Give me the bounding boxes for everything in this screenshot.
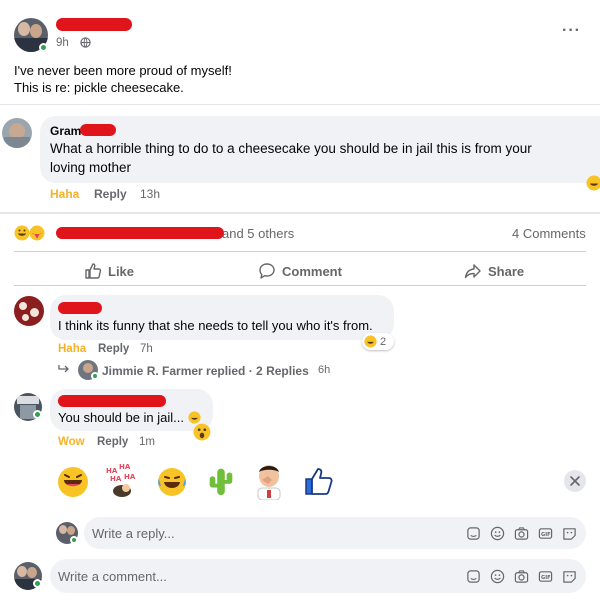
actions-top-divider bbox=[14, 251, 586, 252]
camera-icon[interactable] bbox=[514, 526, 529, 541]
redacted-comment1-author bbox=[58, 302, 102, 314]
more-options-button[interactable]: ··· bbox=[562, 22, 581, 40]
top-comment-text-line-2: loving mother bbox=[50, 160, 132, 175]
wow-reaction-icon bbox=[193, 423, 211, 441]
svg-text:HA: HA bbox=[119, 463, 131, 471]
close-icon bbox=[570, 476, 580, 486]
replies-time: 6h bbox=[318, 364, 331, 376]
actions-bottom-divider bbox=[14, 285, 586, 286]
emoji-icon[interactable] bbox=[490, 526, 505, 541]
view-replies-link[interactable]: Jimmie R. Farmer replied · 2 Replies bbox=[102, 364, 309, 378]
comment2-reaction[interactable]: Wow bbox=[58, 436, 85, 448]
gif-icon[interactable]: GIF bbox=[538, 569, 553, 584]
svg-text:HA: HA bbox=[124, 473, 136, 481]
comment1-reaction[interactable]: Haha bbox=[58, 343, 86, 355]
comment-label: Comment bbox=[282, 263, 342, 279]
section-divider bbox=[0, 212, 600, 214]
comment2-time: 1m bbox=[139, 436, 155, 448]
comment1-text: I think its funny that she needs to tell… bbox=[58, 318, 373, 333]
comment-input-placeholder: Write a comment... bbox=[58, 569, 167, 584]
sticker-icon[interactable] bbox=[466, 526, 481, 541]
comment2-text: You should be in jail... bbox=[58, 410, 185, 425]
svg-text:HA: HA bbox=[106, 467, 118, 475]
comment2-online-indicator bbox=[33, 410, 42, 419]
care-summary-icon bbox=[29, 225, 45, 241]
share-label: Share bbox=[488, 263, 525, 279]
comment2-reply-button[interactable]: Reply bbox=[97, 436, 128, 448]
top-comment-reaction[interactable]: Haha bbox=[50, 187, 79, 201]
svg-text:HA: HA bbox=[110, 475, 122, 483]
haha-sticker-icon[interactable]: HA HA HA HA bbox=[104, 461, 140, 499]
laugh-cry-emoji-icon[interactable] bbox=[155, 465, 189, 499]
svg-text:GIF: GIF bbox=[541, 532, 551, 538]
svg-text:GIF: GIF bbox=[541, 575, 551, 581]
comment-input[interactable]: Write a comment... bbox=[50, 559, 586, 593]
comment-bubble-icon bbox=[259, 263, 275, 279]
haha-reaction-icon bbox=[586, 175, 600, 191]
comment1-reaction-count: 2 bbox=[380, 335, 387, 348]
commenter-avatar[interactable] bbox=[2, 118, 32, 148]
comment-composer-online bbox=[33, 579, 42, 588]
share-arrow-icon bbox=[464, 264, 481, 279]
comment-button[interactable]: Comment bbox=[258, 262, 342, 280]
sticker-icon[interactable] bbox=[466, 569, 481, 584]
redacted-reactor-names bbox=[56, 227, 224, 239]
post-body-line-1: I've never been more proud of myself! bbox=[14, 63, 232, 78]
redacted-comment2-author bbox=[58, 395, 166, 407]
comments-count[interactable]: 4 Comments bbox=[512, 226, 586, 241]
post-time[interactable]: 9h bbox=[56, 37, 69, 49]
comment1-reaction-badge[interactable]: 2 bbox=[362, 333, 394, 350]
replier-online-indicator bbox=[91, 372, 99, 380]
top-comment-author[interactable]: Gram bbox=[50, 124, 81, 138]
like-button[interactable]: Like bbox=[84, 262, 134, 280]
comment1-avatar[interactable] bbox=[14, 296, 44, 326]
globe-icon bbox=[80, 37, 91, 48]
emoji-icon[interactable] bbox=[490, 569, 505, 584]
avatar-sticker-icon[interactable] bbox=[562, 569, 577, 584]
comment1-reply-button[interactable]: Reply bbox=[98, 343, 129, 355]
share-button[interactable]: Share bbox=[464, 262, 524, 280]
reply-arrow-icon bbox=[58, 365, 69, 373]
reply-input[interactable]: Write a reply... bbox=[84, 517, 586, 549]
grin-emoji-icon[interactable] bbox=[56, 465, 90, 499]
redacted-author-name bbox=[56, 18, 132, 31]
thumbs-up-sticker-icon[interactable] bbox=[302, 464, 336, 498]
comment1-time: 7h bbox=[140, 343, 153, 355]
reply-composer-online bbox=[70, 536, 78, 544]
haha-badge-icon bbox=[364, 335, 377, 348]
thumbs-up-icon bbox=[85, 263, 102, 279]
post-divider bbox=[0, 104, 600, 105]
haha-summary-icon bbox=[14, 225, 30, 241]
top-comment-text-line-1: What a horrible thing to do to a cheesec… bbox=[50, 141, 532, 156]
close-picker-button[interactable] bbox=[564, 470, 586, 492]
redacted-author-surname bbox=[80, 124, 116, 136]
top-comment-time: 13h bbox=[140, 187, 161, 201]
cactus-sticker-icon[interactable] bbox=[204, 463, 238, 497]
reply-input-placeholder: Write a reply... bbox=[92, 526, 175, 541]
post-body-line-2: This is re: pickle cheesecake. bbox=[14, 80, 184, 95]
like-label: Like bbox=[108, 263, 135, 279]
top-comment-reply-button[interactable]: Reply bbox=[94, 187, 127, 201]
avatar-sticker-icon[interactable] bbox=[562, 526, 577, 541]
facepalm-sticker-icon[interactable] bbox=[252, 462, 288, 500]
gif-icon[interactable]: GIF bbox=[538, 526, 553, 541]
reactors-and-others[interactable]: and 5 others bbox=[222, 226, 294, 241]
camera-icon[interactable] bbox=[514, 569, 529, 584]
online-indicator bbox=[39, 43, 48, 52]
